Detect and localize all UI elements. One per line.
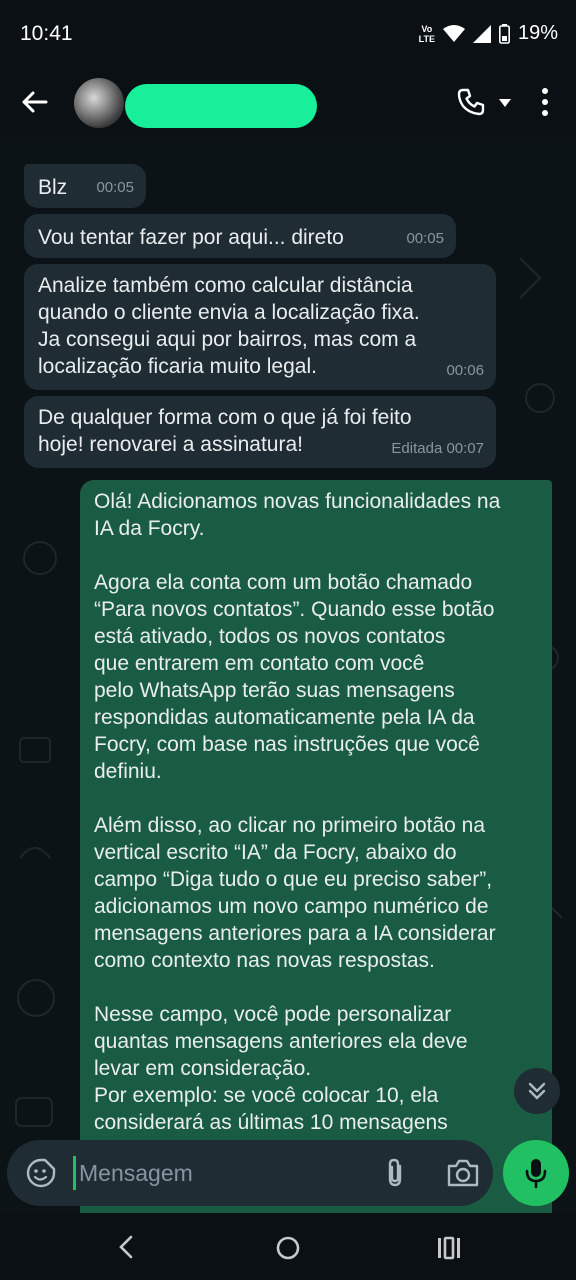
paperclip-icon[interactable] (382, 1157, 408, 1189)
sticker-icon[interactable] (25, 1157, 57, 1189)
mic-icon (525, 1159, 547, 1189)
redacted-contact-name[interactable] (125, 84, 317, 128)
message-time: 00:06 (446, 362, 484, 379)
phone-icon[interactable] (456, 87, 486, 117)
contact-avatar[interactable] (74, 78, 124, 128)
nav-back-icon[interactable] (114, 1233, 140, 1261)
status-bar: 10:41 Vo LTE 19% (0, 0, 576, 68)
message-input[interactable] (79, 1154, 369, 1192)
battery-percent: 19% (517, 22, 558, 44)
nav-home-icon[interactable] (275, 1235, 301, 1261)
system-nav-bar (0, 1213, 576, 1280)
edited-label: Editada (391, 440, 443, 457)
outgoing-message[interactable]: Olá! Adicionamos novas funcionalidades n… (80, 480, 552, 1213)
incoming-message[interactable]: De qualquer forma com o que já foi feito… (24, 396, 496, 468)
status-icons: Vo LTE 19% (419, 22, 558, 45)
text-cursor (73, 1156, 76, 1190)
double-chevron-down-icon (528, 1082, 546, 1100)
wifi-icon (442, 24, 465, 42)
message-time: 00:07 (446, 440, 484, 457)
chat-header (0, 68, 576, 138)
incoming-message[interactable]: Vou tentar fazer por aqui... direto 00:0… (24, 214, 456, 258)
signal-icon (472, 24, 491, 43)
scroll-down-button[interactable] (514, 1068, 560, 1114)
chevron-down-icon[interactable] (498, 98, 512, 108)
volte-icon: Vo LTE (418, 23, 435, 44)
nav-recents-icon[interactable] (436, 1235, 462, 1261)
message-meta: Editada 00:07 (391, 435, 484, 462)
voice-record-button[interactable] (503, 1140, 569, 1206)
message-time: 00:05 (96, 179, 134, 196)
incoming-message[interactable]: Analize também como calcular distância q… (24, 264, 496, 390)
message-text: De qualquer forma com o que já foi feito… (38, 406, 412, 456)
camera-icon[interactable] (446, 1158, 480, 1188)
message-text: Olá! Adicionamos novas funcionalidades n… (94, 490, 501, 1134)
back-arrow-icon[interactable] (18, 86, 50, 118)
more-vert-icon[interactable] (534, 86, 556, 118)
message-list[interactable]: Blz 00:05 Vou tentar fazer por aqui... d… (0, 138, 576, 1213)
message-composer (7, 1140, 493, 1206)
message-text: Analize também como calcular distância q… (38, 274, 420, 378)
incoming-message[interactable]: Blz 00:05 (24, 164, 146, 208)
status-time: 10:41 (20, 22, 73, 45)
battery-icon (498, 23, 510, 44)
message-time: 00:05 (406, 230, 444, 247)
message-text: Blz (38, 176, 68, 199)
message-text: Vou tentar fazer por aqui... direto (38, 226, 344, 249)
